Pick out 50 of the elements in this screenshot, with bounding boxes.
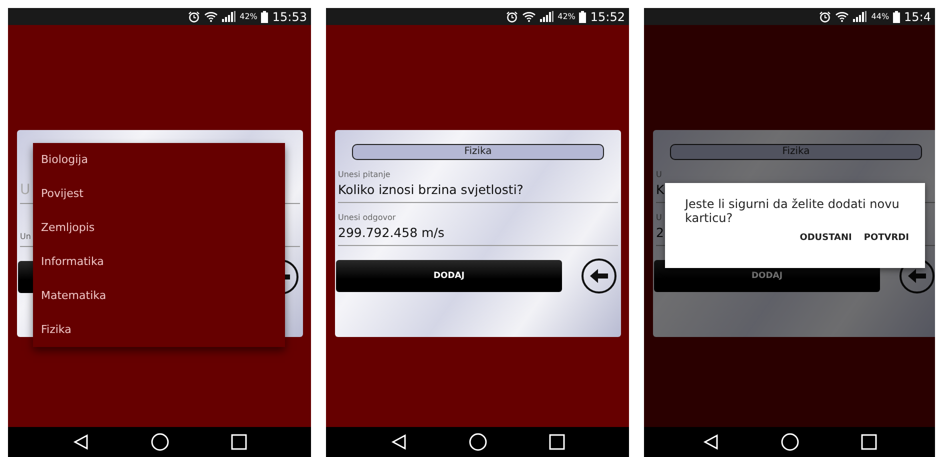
field-label: U xyxy=(656,212,662,224)
back-icon[interactable] xyxy=(72,434,88,450)
field-label: U xyxy=(656,169,662,181)
signal-icon xyxy=(853,11,868,22)
battery-icon xyxy=(579,10,586,22)
signal-icon xyxy=(540,11,554,22)
alarm-clock-icon xyxy=(188,10,200,22)
field-placeholder: U xyxy=(20,181,30,200)
field-value: K xyxy=(656,181,664,199)
back-icon[interactable] xyxy=(702,434,718,450)
home-icon[interactable] xyxy=(468,433,486,451)
menu-item[interactable]: Zemljopis xyxy=(33,211,285,245)
field-value: Koliko iznosi brzina svjetlosti? xyxy=(338,181,524,199)
status-time: 15:53 xyxy=(272,10,307,24)
status-time: 15:52 xyxy=(590,10,625,24)
alarm-clock-icon xyxy=(819,10,832,22)
battery-percentage: 42% xyxy=(240,12,258,21)
menu-item[interactable]: Fizika xyxy=(33,313,285,347)
dialog-button[interactable]: ODUSTANI xyxy=(800,233,852,243)
home-icon[interactable] xyxy=(780,433,798,451)
menu-item[interactable]: Povijest xyxy=(33,177,285,211)
wifi-icon xyxy=(835,11,850,22)
wifi-icon xyxy=(204,11,218,22)
battery-percentage: 42% xyxy=(558,12,576,21)
wifi-icon xyxy=(522,11,536,22)
menu-item[interactable]: Biologija xyxy=(33,143,285,177)
back-icon[interactable] xyxy=(390,434,406,450)
field-value: 299.792.458 m/s xyxy=(338,224,444,242)
field-label: Un xyxy=(20,231,31,243)
text-field[interactable]: Unesi odgovor 299.792.458 m/s xyxy=(338,209,618,246)
battery-icon xyxy=(261,10,268,22)
menu-item[interactable]: Matematika xyxy=(33,279,285,313)
field-label: Unesi pitanje xyxy=(338,169,390,181)
recents-icon[interactable] xyxy=(860,434,876,450)
dialog-button[interactable]: POTVRDI xyxy=(864,233,909,243)
alarm-clock-icon xyxy=(506,10,518,22)
recents-icon[interactable] xyxy=(548,434,564,450)
category-label[interactable]: Fizika xyxy=(352,144,604,160)
menu-item[interactable]: Informatika xyxy=(33,245,285,279)
text-field[interactable]: Unesi pitanje Koliko iznosi brzina svjetlosti? xyxy=(338,166,618,203)
field-value: 2 xyxy=(656,224,664,242)
status-time: 15:4 xyxy=(904,10,931,24)
signal-icon xyxy=(222,11,236,22)
add-button[interactable]: DODAJ xyxy=(336,260,562,292)
field-label: Unesi odgovor xyxy=(338,212,396,224)
home-icon[interactable] xyxy=(150,433,168,451)
battery-icon xyxy=(893,10,900,22)
recents-icon[interactable] xyxy=(230,434,246,450)
battery-percentage: 44% xyxy=(871,12,890,21)
dialog-message: Jeste li sigurni da želite dodati novu karticu? xyxy=(685,197,900,225)
